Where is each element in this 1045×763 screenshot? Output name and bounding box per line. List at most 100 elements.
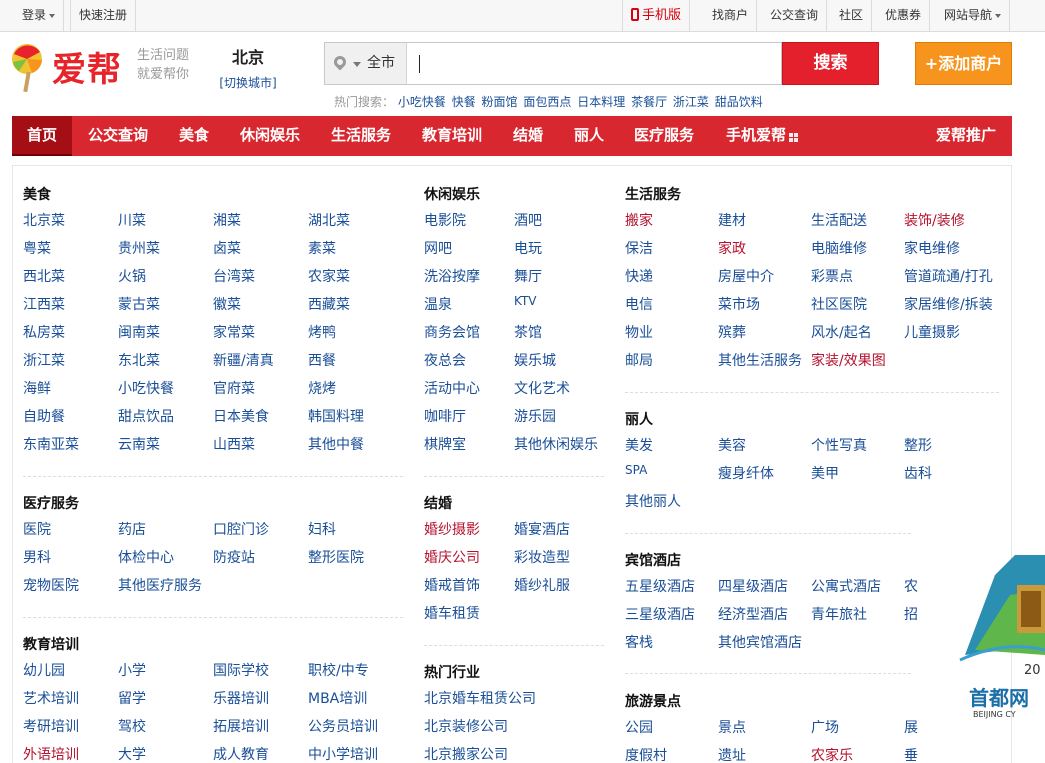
category-link[interactable]: 浙江菜 <box>23 350 65 370</box>
nav-bus[interactable]: 公交查询 <box>88 116 148 156</box>
hot-search-term[interactable]: 甜品饮料 <box>715 95 763 109</box>
category-link[interactable]: 外语培训 <box>23 744 79 763</box>
category-link[interactable]: 口腔门诊 <box>213 519 269 539</box>
find-merchant-link[interactable]: 找商户 <box>704 0 758 31</box>
bus-query-link[interactable]: 公交查询 <box>762 0 828 31</box>
category-link[interactable]: 幼儿园 <box>23 660 65 680</box>
category-link[interactable]: 卤菜 <box>213 238 241 258</box>
category-link[interactable]: 药店 <box>118 519 146 539</box>
category-link[interactable]: 客栈 <box>625 632 653 652</box>
category-link[interactable]: 北京装修公司 <box>424 716 508 736</box>
category-link[interactable]: 遗址 <box>718 745 746 763</box>
search-scope-dropdown[interactable]: 全市 <box>325 43 407 84</box>
category-link[interactable]: 美容 <box>718 435 746 455</box>
category-link[interactable]: 整形医院 <box>308 547 364 567</box>
category-link[interactable]: 公园 <box>625 717 653 737</box>
category-link[interactable]: 海鲜 <box>23 378 51 398</box>
category-link[interactable]: 茶馆 <box>514 322 542 342</box>
category-link[interactable]: 搬家 <box>625 210 653 230</box>
category-link[interactable]: 其他中餐 <box>308 434 364 454</box>
category-link[interactable]: 四星级酒店 <box>718 576 788 596</box>
category-link[interactable]: 招 <box>904 604 918 624</box>
category-link[interactable]: 其他医疗服务 <box>118 575 202 595</box>
category-link[interactable]: 北京婚车租赁公司 <box>424 688 536 708</box>
category-link[interactable]: 家装/效果图 <box>811 350 886 370</box>
category-link[interactable]: 殡葬 <box>718 322 746 342</box>
category-link[interactable]: 留学 <box>118 688 146 708</box>
category-link[interactable]: 男科 <box>23 547 51 567</box>
category-link[interactable]: 电信 <box>625 294 653 314</box>
category-link[interactable]: 国际学校 <box>213 660 269 680</box>
category-link[interactable]: 婚戒首饰 <box>424 575 480 595</box>
category-link[interactable]: 家电维修 <box>904 238 960 258</box>
category-link[interactable]: 电脑维修 <box>811 238 867 258</box>
category-link[interactable]: 物业 <box>625 322 653 342</box>
category-link[interactable]: 烧烤 <box>308 378 336 398</box>
nav-wedding[interactable]: 结婚 <box>513 116 543 156</box>
category-link[interactable]: 大学 <box>118 744 146 763</box>
category-link[interactable]: 职校/中专 <box>308 660 369 680</box>
hot-search-term[interactable]: 茶餐厅 <box>631 95 667 109</box>
category-link[interactable]: 自助餐 <box>23 406 65 426</box>
category-link[interactable]: 咖啡厅 <box>424 406 466 426</box>
category-link[interactable]: 粤菜 <box>23 238 51 258</box>
category-link[interactable]: 垂 <box>904 745 918 763</box>
category-link[interactable]: 美甲 <box>811 463 839 483</box>
category-link[interactable]: 农家菜 <box>308 266 350 286</box>
category-link[interactable]: 公务员培训 <box>308 716 378 736</box>
category-link[interactable]: 婚纱礼服 <box>514 575 570 595</box>
category-link[interactable]: 成人教育 <box>213 744 269 763</box>
category-link[interactable]: 官府菜 <box>213 378 255 398</box>
category-link[interactable]: 建材 <box>718 210 746 230</box>
category-link[interactable]: 徽菜 <box>213 294 241 314</box>
category-link[interactable]: 其他丽人 <box>625 491 681 511</box>
category-link[interactable]: 烤鸭 <box>308 322 336 342</box>
hot-search-term[interactable]: 粉面馆 <box>482 95 518 109</box>
category-link[interactable]: 宠物医院 <box>23 575 79 595</box>
category-link[interactable]: 湖北菜 <box>308 210 350 230</box>
category-link[interactable]: 素菜 <box>308 238 336 258</box>
category-link[interactable]: 东南亚菜 <box>23 434 79 454</box>
category-link[interactable]: 邮局 <box>625 350 653 370</box>
category-link[interactable]: 湘菜 <box>213 210 241 230</box>
category-link[interactable]: 活动中心 <box>424 378 480 398</box>
category-link[interactable]: SPA <box>625 463 647 477</box>
register-link[interactable]: 快速注册 <box>70 0 137 31</box>
category-link[interactable]: 体检中心 <box>118 547 174 567</box>
category-link[interactable]: 防疫站 <box>213 547 255 567</box>
category-link[interactable]: 齿科 <box>904 463 932 483</box>
category-link[interactable]: 舞厅 <box>514 266 542 286</box>
category-link[interactable]: 儿童摄影 <box>904 322 960 342</box>
hot-search-term[interactable]: 日本料理 <box>577 95 625 109</box>
nav-promotion[interactable]: 爱帮推广 <box>936 116 996 156</box>
category-link[interactable]: 韩国料理 <box>308 406 364 426</box>
category-link[interactable]: 驾校 <box>118 716 146 736</box>
category-link[interactable]: 婚宴酒店 <box>514 519 570 539</box>
add-merchant-button[interactable]: +添加商户 <box>915 42 1012 85</box>
category-link[interactable]: 经济型酒店 <box>718 604 788 624</box>
category-link[interactable]: 拓展培训 <box>213 716 269 736</box>
category-link[interactable]: 温泉 <box>424 294 452 314</box>
hot-search-term[interactable]: 快餐 <box>452 95 476 109</box>
category-link[interactable]: 北京菜 <box>23 210 65 230</box>
category-link[interactable]: 电影院 <box>424 210 466 230</box>
category-link[interactable]: 私房菜 <box>23 322 65 342</box>
category-link[interactable]: 婚纱摄影 <box>424 519 480 539</box>
category-link[interactable]: 甜点饮品 <box>118 406 174 426</box>
category-link[interactable]: 酒吧 <box>514 210 542 230</box>
category-link[interactable]: 其他休闲娱乐 <box>514 434 598 454</box>
category-link[interactable]: 夜总会 <box>424 350 466 370</box>
category-link[interactable]: 整形 <box>904 435 932 455</box>
coupon-link[interactable]: 优惠券 <box>877 0 931 31</box>
category-link[interactable]: 保洁 <box>625 238 653 258</box>
switch-city-link[interactable]: [切换城市] <box>218 74 278 91</box>
category-link[interactable]: 房屋中介 <box>718 266 774 286</box>
category-link[interactable]: 闽南菜 <box>118 322 160 342</box>
category-link[interactable]: 家政 <box>718 238 746 258</box>
category-link[interactable]: 东北菜 <box>118 350 160 370</box>
category-link[interactable]: 蒙古菜 <box>118 294 160 314</box>
nav-education[interactable]: 教育培训 <box>422 116 482 156</box>
login-menu[interactable]: 登录 <box>14 0 65 31</box>
category-link[interactable]: 装饰/装修 <box>904 210 965 230</box>
category-link[interactable]: 网吧 <box>424 238 452 258</box>
